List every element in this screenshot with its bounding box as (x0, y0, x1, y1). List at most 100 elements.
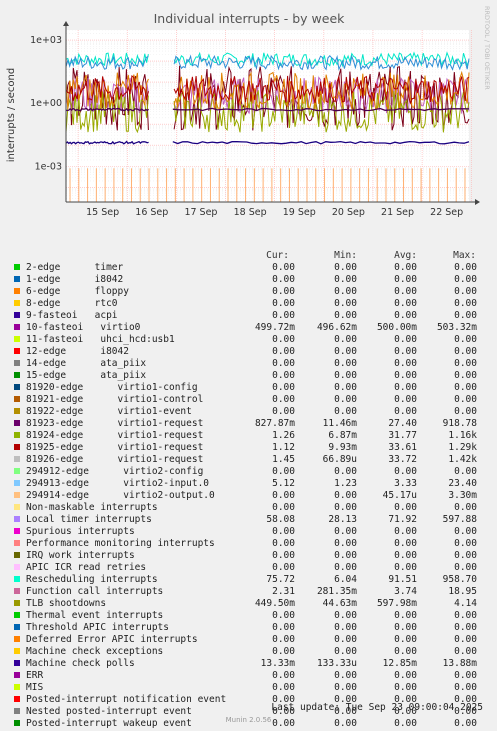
legend-swatch (14, 540, 20, 546)
legend-series-name: Deferred Error APIC interrupts (26, 634, 198, 645)
legend-swatch (14, 588, 20, 594)
legend-swatch (14, 396, 20, 402)
legend-row: 294914-edge virtio2-output.0 0.00 0.00 45.1… (0, 490, 497, 502)
legend-cur: 0.00 (272, 634, 295, 645)
legend-series-name: IRQ work interrupts (26, 550, 135, 561)
y-tick-label: 1e+00 (30, 98, 62, 109)
legend-cur: 0.00 (272, 610, 295, 621)
legend-max: 0.00 (454, 298, 477, 309)
legend-series-name: APIC ICR read retries (26, 562, 147, 573)
legend-row: Performance monitoring interrupts 0.00 0.0… (0, 538, 497, 550)
legend-swatch (14, 480, 20, 486)
legend-row: 12-edge i8042 0.00 0.00 0.00 0.00 (0, 346, 497, 358)
legend-max: 1.16k (448, 430, 477, 441)
legend-series-name: 294914-edge virtio2-output.0 (26, 490, 215, 501)
legend-cur: 0.00 (272, 382, 295, 393)
legend-series-name: 1-edge i8042 (26, 274, 124, 285)
legend-row: 9-fasteoi acpi 0.00 0.00 0.00 0.00 (0, 310, 497, 322)
legend-cur: 0.00 (272, 550, 295, 561)
y-tick-label: 1e-03 (35, 161, 62, 172)
legend-swatch (14, 648, 20, 654)
legend-row: 81922-edge virtio1-event 0.00 0.00 0.00 0.00 (0, 406, 497, 418)
legend-max: 958.70 (442, 574, 477, 585)
legend-cur: 0.00 (272, 298, 295, 309)
legend-max: 4.14 (454, 598, 477, 609)
legend-swatch (14, 300, 20, 306)
legend-cur: 0.00 (272, 538, 295, 549)
legend-series-name: 6-edge floppy (26, 286, 129, 297)
chart-title: Individual interrupts - by week (154, 11, 346, 26)
legend-row: 8-edge rtc0 0.00 0.00 0.00 0.00 (0, 298, 497, 310)
legend-swatch (14, 576, 20, 582)
legend-max: 3.30m (448, 490, 477, 501)
y-tick-label: 1e+03 (30, 35, 62, 46)
legend-max: 0.00 (454, 394, 477, 405)
legend-max: 0.00 (454, 466, 477, 477)
legend-row: Thermal event interrupts 0.00 0.00 0.00 0.00 (0, 610, 497, 622)
legend-swatch (14, 384, 20, 390)
legend-row: MIS 0.00 0.00 0.00 0.00 (0, 682, 497, 694)
legend-series-name: Local timer interrupts (26, 514, 152, 525)
legend-cur: 0.00 (272, 502, 295, 513)
legend-row: Threshold APIC interrupts 0.00 0.00 0.00 0.0… (0, 622, 497, 634)
legend-swatch (14, 312, 20, 318)
legend-series-name: Function call interrupts (26, 586, 164, 597)
legend-row: 81921-edge virtio1-control 0.00 0.00 0.00 0.… (0, 394, 497, 406)
legend-series-name: Thermal event interrupts (26, 610, 164, 621)
legend-max: 0.00 (454, 622, 477, 633)
legend-series-name: Machine check exceptions (26, 646, 164, 657)
legend-max: 0.00 (454, 346, 477, 357)
legend-series-name: 15-edge ata_piix (26, 370, 147, 381)
legend-series-name: 81922-edge virtio1-event (26, 406, 192, 417)
legend-cur: 0.00 (272, 334, 295, 345)
legend-series-name: ERR (26, 670, 44, 681)
x-tick-label: 18 Sep (234, 207, 267, 218)
legend-max: 0.00 (454, 262, 477, 273)
legend-max: 0.00 (454, 334, 477, 345)
legend-swatch (14, 432, 20, 438)
legend-header-cur: Cur: (266, 250, 289, 261)
x-tick-label: 16 Sep (135, 207, 168, 218)
legend-cur: 0.00 (272, 490, 295, 501)
legend-swatch (14, 708, 20, 714)
legend-swatch (14, 492, 20, 498)
legend-row: Local timer interrupts 58.08 28.13 71.92 597… (0, 514, 497, 526)
legend-max: 503.32m (436, 322, 477, 333)
legend-max: 0.00 (454, 538, 477, 549)
x-tick-label: 17 Sep (184, 207, 217, 218)
legend-max: 0.00 (454, 682, 477, 693)
legend-row: Machine check polls 13.33m 133.33u 12.85m 13… (0, 658, 497, 670)
legend-swatch (14, 636, 20, 642)
legend-cur: 1.12 (272, 442, 295, 453)
legend-series-name: 81926-edge virtio1-request (26, 454, 204, 465)
legend-row: 15-edge ata_piix 0.00 0.00 0.00 0.00 (0, 370, 497, 382)
legend-row: 294913-edge virtio2-input.0 5.12 1.23 3.33 2… (0, 478, 497, 490)
legend-cur: 499.72m (254, 322, 295, 333)
legend-cur: 0.00 (272, 670, 295, 681)
legend-cur: 13.33m (260, 658, 295, 669)
legend-cur: 5.12 (272, 478, 295, 489)
legend-max: 18.95 (448, 586, 477, 597)
legend-series-name: 81920-edge virtio1-config (26, 382, 198, 393)
legend-series-name: Spurious interrupts (26, 526, 135, 537)
legend-swatch (14, 336, 20, 342)
legend-max: 0.00 (454, 502, 477, 513)
legend-row: 294912-edge virtio2-config 0.00 0.00 0.00 0.… (0, 466, 497, 478)
legend-header-max: Max: (453, 250, 476, 261)
legend-max: 0.00 (454, 646, 477, 657)
legend-series-name: 81921-edge virtio1-control (26, 394, 204, 405)
legend-row: 81926-edge virtio1-request 1.45 66.89u 33.7… (0, 454, 497, 466)
legend-swatch (14, 696, 20, 702)
legend-cur: 0.00 (272, 466, 295, 477)
legend-swatch (14, 276, 20, 282)
legend-max: 0.00 (454, 274, 477, 285)
legend-cur: 0.00 (272, 262, 295, 273)
legend-row: 1-edge i8042 0.00 0.00 0.00 0.00 (0, 274, 497, 286)
legend-cur: 0.00 (272, 310, 295, 321)
legend-row: 14-edge ata_piix 0.00 0.00 0.00 0.00 (0, 358, 497, 370)
legend-max: 13.88m (442, 658, 477, 669)
legend-swatch (14, 408, 20, 414)
legend-cur: 0.00 (272, 646, 295, 657)
legend-row: 6-edge floppy 0.00 0.00 0.00 0.00 (0, 286, 497, 298)
legend-row: ERR 0.00 0.00 0.00 0.00 (0, 670, 497, 682)
